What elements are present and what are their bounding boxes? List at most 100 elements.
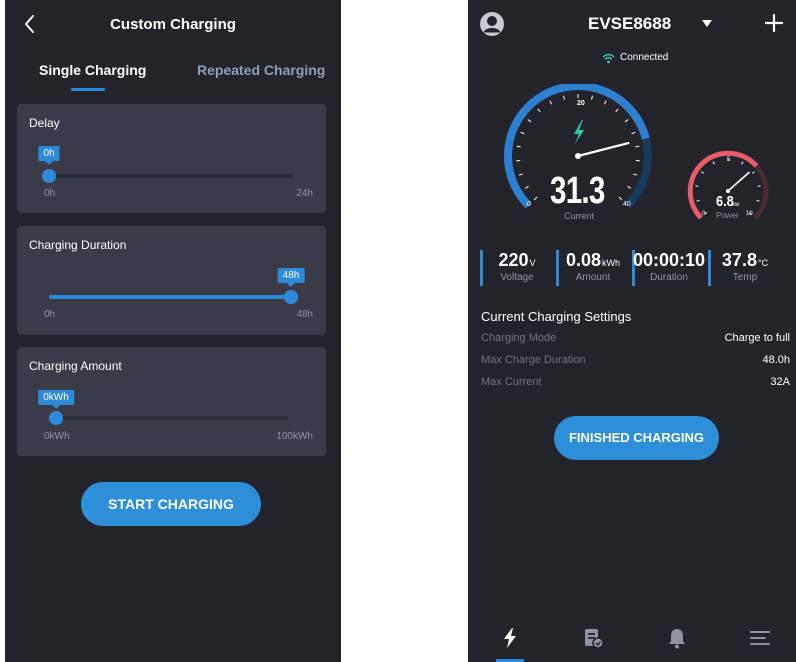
delay-slider[interactable] (42, 169, 293, 183)
user-avatar-icon[interactable] (479, 11, 505, 37)
tab-charging[interactable] (498, 626, 522, 650)
tab-bar: Single Charging Repeated Charging (5, 54, 341, 94)
gauge-tick (520, 131, 525, 135)
amount-min-label: 0kWh (44, 431, 70, 442)
gauge-tick (741, 161, 744, 165)
amount-slider-thumb[interactable] (49, 411, 63, 425)
page-title: Custom Charging (110, 16, 236, 33)
gauge-tick (696, 199, 700, 202)
gauge-tick (527, 119, 532, 123)
power-unit: kw (732, 202, 740, 208)
duration-value: 00:00:10 (632, 250, 706, 270)
amount-value: 0.08 (565, 250, 602, 270)
menu-icon (750, 631, 770, 645)
temp-unit: °C (757, 258, 769, 268)
settings-row-charging-mode: Charging Mode Charge to full (481, 332, 790, 346)
current-tick-0: 0 (527, 201, 531, 208)
tab-menu[interactable] (748, 626, 772, 650)
amount-value-tooltip: 0kWh (38, 390, 74, 409)
start-charging-button[interactable]: START CHARGING (81, 482, 261, 526)
finished-charging-button[interactable]: FINISHED CHARGING (554, 416, 719, 460)
duration-max-label: 48h (296, 309, 313, 320)
settings-key: Max Charge Duration (481, 354, 586, 366)
duration-slider-thumb[interactable] (284, 290, 298, 304)
gauge-tick (516, 145, 521, 148)
settings-value: 48.0h (762, 354, 790, 366)
gauge-tick (618, 196, 623, 201)
gauge-tick (635, 145, 640, 148)
power-tick-10: 10 (746, 211, 753, 217)
current-tick-40: 40 (623, 201, 631, 208)
caret-down-icon[interactable] (702, 20, 712, 28)
gauge-tick (603, 100, 607, 105)
duration-value-tooltip: 48h (277, 268, 305, 287)
power-tick-5: 5 (727, 157, 731, 163)
settings-row-max-charge-duration: Max Charge Duration 48.0h (481, 354, 790, 368)
power-label: Power (716, 211, 739, 220)
gauge-tick (518, 173, 523, 176)
gauge-tick (631, 131, 636, 135)
delay-min-label: 0h (44, 188, 56, 199)
records-icon (585, 629, 604, 649)
gauge-tick (633, 173, 638, 176)
current-value: 31.3 (550, 170, 605, 212)
amount-card: Charging Amount 0kWh 0kWh 100kWh (17, 347, 326, 456)
stats-row: 220V Voltage 0.08kWh Amount 00:00:10 Dur… (480, 250, 792, 286)
gauge-tick (537, 108, 541, 113)
gauge-tick (533, 196, 538, 201)
duration-label: Charging Duration (29, 238, 127, 252)
settings-title: Current Charging Settings (481, 309, 632, 324)
amount-unit: kWh (602, 258, 621, 268)
gauge-tick (524, 185, 529, 189)
gauge-tick (751, 171, 755, 174)
amount-max-label: 100kWh (276, 431, 313, 442)
delay-card: Delay 0h 0h 24h (17, 104, 326, 213)
temp-label: Temp (732, 272, 758, 283)
voltage-label: Voltage (500, 272, 534, 283)
duration-label: Duration (650, 272, 688, 283)
settings-row-max-current: Max Current 32A (481, 376, 790, 390)
settings-key: Charging Mode (481, 332, 557, 344)
current-gauge-needle (576, 141, 630, 158)
gauge-tick (701, 171, 705, 174)
header: Custom Charging (5, 0, 341, 48)
settings-value: Charge to full (724, 332, 790, 344)
bell-icon (669, 629, 685, 649)
stat-amount: 0.08kWh Amount (556, 250, 630, 286)
amount-slider[interactable] (49, 411, 288, 425)
duration-slider[interactable] (49, 290, 298, 304)
duration-min-label: 0h (44, 309, 56, 320)
gauge-tick (591, 95, 593, 100)
current-label: Current (564, 211, 595, 221)
lightning-icon (504, 628, 516, 648)
power-gauge-needle (727, 171, 750, 192)
tab-records[interactable] (581, 626, 605, 650)
duration-card: Charging Duration 48h 0h 48h (17, 226, 326, 335)
connection-status-text: Connected (620, 52, 669, 63)
temp-value: 37.8 (721, 250, 757, 270)
current-tick-20: 20 (577, 100, 585, 107)
settings-value: 32A (770, 376, 790, 388)
delay-slider-thumb[interactable] (42, 169, 56, 183)
device-name[interactable]: EVSE8688 (588, 14, 671, 34)
gauge-tick (615, 108, 619, 113)
delay-label: Delay (29, 116, 60, 130)
voltage-value: 220 (498, 250, 529, 270)
amount-label: Charging Amount (29, 359, 122, 373)
amount-label: Amount (575, 272, 611, 283)
gauge-tick (756, 199, 760, 202)
delay-max-label: 24h (296, 188, 313, 199)
duration-slider-fill (49, 295, 291, 299)
gauge-tick (627, 185, 632, 189)
settings-key: Max Current (481, 376, 542, 388)
gauge-tick (712, 161, 715, 165)
bottom-tab-bar (468, 616, 796, 662)
tab-notifications[interactable] (665, 626, 689, 650)
gauge-tick (563, 95, 565, 100)
delay-value-tooltip: 0h (38, 146, 60, 165)
tab-single-charging[interactable]: Single Charging (39, 62, 146, 78)
wifi-icon (602, 53, 615, 64)
voltage-unit: V (529, 258, 536, 268)
tab-repeated-charging[interactable]: Repeated Charging (197, 62, 325, 78)
plus-icon[interactable] (764, 13, 784, 33)
